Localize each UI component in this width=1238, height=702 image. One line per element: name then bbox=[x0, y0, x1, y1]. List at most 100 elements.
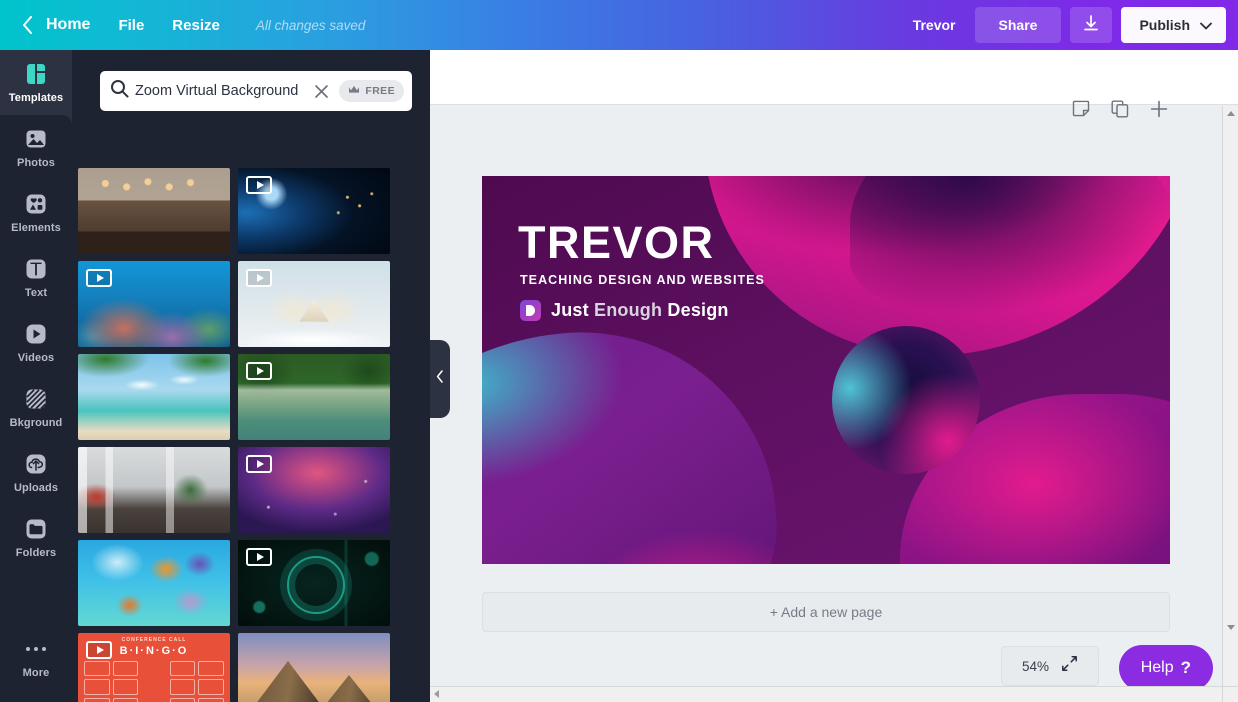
sidebar-label-text: Text bbox=[24, 287, 48, 299]
help-button[interactable]: Help ? bbox=[1118, 645, 1213, 691]
back-chevron-icon[interactable] bbox=[14, 0, 40, 50]
bingo-grid bbox=[84, 661, 224, 702]
sidebar-label-templates: Templates bbox=[8, 92, 64, 104]
sidebar-item-more[interactable]: More bbox=[0, 625, 72, 690]
video-play-badge bbox=[246, 176, 272, 194]
horizontal-scrollbar[interactable] bbox=[430, 686, 1222, 702]
sidebar-label-folders: Folders bbox=[15, 547, 57, 559]
template-thumb-pyramids-sunset[interactable] bbox=[238, 633, 390, 702]
search-icon bbox=[110, 79, 129, 103]
panel-collapse-handle[interactable] bbox=[430, 340, 450, 418]
template-thumb-open-office[interactable] bbox=[78, 447, 230, 533]
templates-icon bbox=[23, 61, 49, 87]
more-dots-icon bbox=[26, 636, 46, 662]
add-new-page-button[interactable]: + Add a new page bbox=[482, 592, 1170, 632]
file-menu-button[interactable]: File bbox=[104, 0, 158, 50]
publish-button[interactable]: Publish bbox=[1121, 7, 1226, 43]
video-play-badge bbox=[246, 455, 272, 473]
scroll-left-arrow-icon[interactable] bbox=[434, 690, 439, 698]
template-thumb-earth-from-space[interactable] bbox=[238, 168, 390, 254]
crown-icon bbox=[348, 85, 360, 97]
background-icon bbox=[23, 386, 49, 412]
templates-panel: FREE bbox=[72, 50, 430, 702]
help-question-mark-icon: ? bbox=[1180, 658, 1191, 677]
sidebar-label-photos: Photos bbox=[17, 157, 55, 169]
design-brand-group[interactable]: Just Enough Design bbox=[520, 300, 729, 321]
uploads-icon bbox=[23, 451, 49, 477]
brand-word-enough: Enough bbox=[594, 300, 663, 320]
text-icon bbox=[23, 256, 49, 282]
sidebar-label-background: Bkground bbox=[9, 417, 63, 429]
search-input[interactable] bbox=[135, 83, 311, 99]
free-filter-badge[interactable]: FREE bbox=[339, 80, 404, 102]
expand-arrows-icon[interactable] bbox=[1061, 655, 1078, 677]
header-right-group: Trevor Share Publish bbox=[903, 0, 1238, 50]
template-grid: CONFERENCE CALL B·I·N·G·O bbox=[78, 168, 398, 702]
template-thumb-conference-call-bingo[interactable]: CONFERENCE CALL B·I·N·G·O bbox=[78, 633, 230, 702]
resize-button[interactable]: Resize bbox=[158, 0, 234, 50]
sidebar-label-uploads: Uploads bbox=[13, 482, 59, 494]
chevron-down-icon bbox=[1200, 17, 1212, 33]
download-button[interactable] bbox=[1070, 7, 1113, 43]
share-button[interactable]: Share bbox=[974, 7, 1062, 43]
sidebar-label-videos: Videos bbox=[17, 352, 55, 364]
template-thumb-pink-nebula[interactable] bbox=[238, 447, 390, 533]
photos-icon bbox=[23, 126, 49, 152]
template-thumb-coral-reef[interactable] bbox=[78, 261, 230, 347]
publish-label: Publish bbox=[1139, 17, 1190, 33]
free-filter-label: FREE bbox=[365, 85, 395, 97]
video-play-badge bbox=[246, 548, 272, 566]
sidebar-item-background[interactable]: Bkground bbox=[0, 375, 72, 440]
scrollbar-corner bbox=[1222, 686, 1238, 702]
design-canvas-page[interactable]: TREVOR TEACHING DESIGN AND WEBSITES Just… bbox=[482, 176, 1170, 564]
header-left-group: Home File Resize All changes saved bbox=[0, 0, 365, 50]
design-title-text[interactable]: TREVOR bbox=[518, 220, 715, 265]
design-brand-text: Just Enough Design bbox=[551, 300, 729, 321]
video-play-badge bbox=[246, 362, 272, 380]
sidebar-label-more: More bbox=[22, 667, 50, 679]
vertical-scrollbar[interactable] bbox=[1222, 106, 1238, 702]
template-thumb-cafe-interior[interactable] bbox=[78, 168, 230, 254]
search-bar[interactable]: FREE bbox=[100, 71, 412, 111]
save-status-label: All changes saved bbox=[255, 17, 366, 33]
sidebar-item-photos[interactable]: Photos bbox=[0, 115, 72, 180]
object-toolbar bbox=[430, 50, 1238, 105]
template-results-list[interactable]: CONFERENCE CALL B·I·N·G·O bbox=[72, 168, 430, 702]
zoom-level-label: 54% bbox=[1021, 658, 1050, 674]
just-enough-design-logo-icon bbox=[520, 300, 541, 321]
clear-search-icon[interactable] bbox=[310, 84, 333, 99]
sidebar-item-elements[interactable]: Elements bbox=[0, 180, 72, 245]
template-thumb-tropical-beach[interactable] bbox=[78, 354, 230, 440]
template-thumb-waterfall[interactable] bbox=[238, 354, 390, 440]
gradient-sphere-shape bbox=[832, 326, 980, 474]
design-subtitle-text[interactable]: TEACHING DESIGN AND WEBSITES bbox=[520, 273, 765, 287]
chevron-left-icon bbox=[436, 370, 444, 388]
magenta-wave-shadow-shape bbox=[850, 176, 1170, 316]
account-name-button[interactable]: Trevor bbox=[903, 17, 966, 33]
scroll-up-arrow-icon[interactable] bbox=[1227, 111, 1235, 116]
sidebar-item-folders[interactable]: Folders bbox=[0, 505, 72, 570]
left-tool-rail: Templates Photos Elements Text Videos Bk… bbox=[0, 50, 72, 702]
brand-word-just: Just bbox=[551, 300, 589, 320]
scroll-down-arrow-icon[interactable] bbox=[1227, 625, 1235, 630]
template-thumb-angel-wings[interactable] bbox=[238, 261, 390, 347]
sidebar-item-text[interactable]: Text bbox=[0, 245, 72, 310]
brand-word-design: Design bbox=[667, 300, 729, 320]
videos-icon bbox=[23, 321, 49, 347]
video-play-badge bbox=[86, 269, 112, 287]
zoom-control[interactable]: 54% bbox=[1001, 646, 1099, 686]
sidebar-item-templates[interactable]: Templates bbox=[0, 50, 72, 115]
sidebar-item-uploads[interactable]: Uploads bbox=[0, 440, 72, 505]
sidebar-item-videos[interactable]: Videos bbox=[0, 310, 72, 375]
sidebar-label-elements: Elements bbox=[11, 222, 61, 234]
help-label: Help bbox=[1140, 659, 1174, 676]
elements-icon bbox=[23, 191, 49, 217]
template-thumb-cartoon-aquarium[interactable] bbox=[78, 540, 230, 626]
app-header: Home File Resize All changes saved Trevo… bbox=[0, 0, 1238, 50]
video-play-badge bbox=[86, 641, 112, 659]
canvas-scroll-area[interactable]: TREVOR TEACHING DESIGN AND WEBSITES Just… bbox=[430, 106, 1222, 686]
editor-area: TREVOR TEACHING DESIGN AND WEBSITES Just… bbox=[430, 50, 1238, 702]
home-button[interactable]: Home bbox=[40, 0, 104, 50]
video-play-badge bbox=[246, 269, 272, 287]
template-thumb-tech-hud[interactable] bbox=[238, 540, 390, 626]
